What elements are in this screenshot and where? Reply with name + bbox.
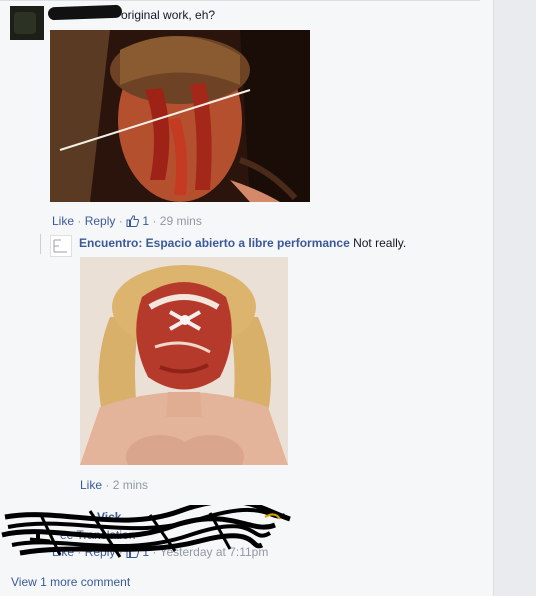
comments-panel: original work, eh? Like · Reply · 1 · 29… xyxy=(0,0,493,596)
reply-link[interactable]: Reply xyxy=(85,214,116,228)
right-sidebar xyxy=(493,0,536,596)
view-more-comments-link[interactable]: View 1 more comment xyxy=(11,575,130,589)
photo-face-meat-strips xyxy=(50,30,310,202)
reply-photo[interactable] xyxy=(80,257,288,465)
redacted-author-name xyxy=(47,4,123,21)
page-logo-icon xyxy=(53,239,67,253)
reply-text: Not really. xyxy=(353,236,407,250)
photo-steak-face xyxy=(80,257,288,465)
reply-actions: Like · 2 mins xyxy=(80,478,149,492)
page-avatar[interactable] xyxy=(50,235,72,257)
scribble-overlay xyxy=(1,505,291,558)
comment-photo[interactable] xyxy=(50,30,310,202)
thumbs-up-icon[interactable] xyxy=(126,215,140,230)
comment-timestamp[interactable]: 29 mins xyxy=(160,214,202,228)
reply-author-link[interactable]: Encuentro: Espacio abierto a libre perfo… xyxy=(79,236,350,250)
reply-timestamp[interactable]: 2 mins xyxy=(113,478,148,492)
comment-text: original work, eh? xyxy=(121,8,216,22)
redacted-comment: Vick ee Translation Like · Reply · 1 · Y… xyxy=(0,505,300,565)
divider xyxy=(0,0,480,1)
comment-actions: Like · Reply · 1 · 29 mins xyxy=(52,214,202,230)
like-count[interactable]: 1 xyxy=(142,214,149,228)
like-link[interactable]: Like xyxy=(80,478,102,492)
commenter-avatar[interactable] xyxy=(10,6,44,40)
reply-thread-line xyxy=(40,234,41,254)
like-link[interactable]: Like xyxy=(52,214,74,228)
reply-comment: Encuentro: Espacio abierto a libre perfo… xyxy=(79,236,406,250)
